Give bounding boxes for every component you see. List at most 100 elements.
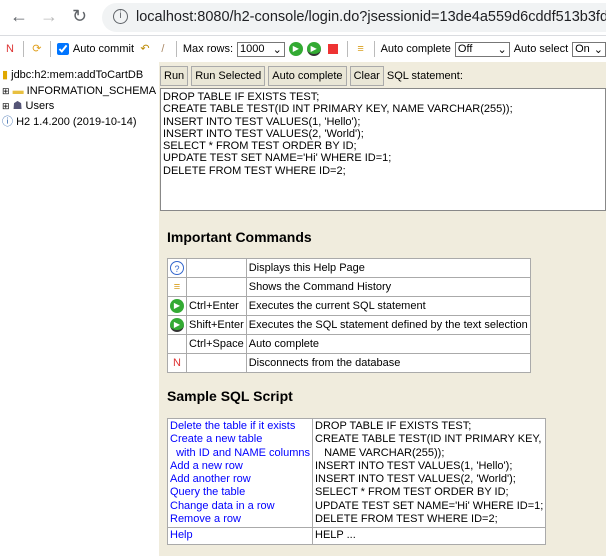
command-key — [186, 277, 247, 297]
divider — [49, 41, 51, 57]
max-rows-label: Max rows: — [182, 43, 234, 55]
stop-icon[interactable] — [327, 44, 338, 54]
forward-button[interactable]: → — [40, 6, 58, 27]
reload-button[interactable]: ↻ — [72, 6, 87, 27]
sample-sql-line: INSERT INTO TEST VALUES(1, 'Hello'); — [315, 459, 513, 472]
command-description: Disconnects from the database — [245, 353, 531, 373]
sample-link[interactable]: Remove a row — [170, 513, 310, 526]
sample-link[interactable]: Create a new table — [170, 433, 310, 446]
sample-link[interactable]: with ID and NAME columns — [170, 447, 310, 460]
tree-users[interactable]: ⊞ ☗ Users — [2, 99, 156, 115]
command-description: Shows the Command History — [245, 277, 531, 297]
command-description: Auto complete — [245, 334, 531, 354]
auto-complete-select[interactable]: Off ⌄ — [454, 41, 510, 57]
tree-db[interactable]: ▮ jdbc:h2:mem:addToCartDB — [2, 68, 156, 84]
command-icon-cell: ▶ — [167, 296, 187, 316]
sql-statement-label: SQL statement: — [386, 70, 463, 82]
command-key: Shift+Enter — [186, 315, 247, 335]
users-icon: ☗ — [12, 100, 23, 112]
sample-sql-line: DROP TABLE IF EXISTS TEST; — [315, 420, 472, 432]
schema-label: INFORMATION_SCHEMA — [26, 84, 157, 97]
sample-sql-line: CREATE TABLE TEST(ID INT PRIMARY KEY, — [315, 433, 542, 446]
sample-sql-line: INSERT INTO TEST VALUES(2, 'World'); — [315, 473, 516, 486]
history-icon[interactable]: ≡ — [354, 42, 368, 56]
divider — [346, 41, 348, 57]
command-key — [186, 353, 247, 373]
clear-button[interactable]: Clear — [349, 66, 384, 86]
command-key: Ctrl+Space — [186, 334, 247, 354]
auto-complete-button[interactable]: Auto complete — [268, 66, 347, 86]
back-button[interactable]: ← — [10, 6, 28, 27]
command-key: Ctrl+Enter — [186, 296, 247, 316]
command-row: ▶ Shift+Enter Executes the SQL statement d… — [167, 315, 531, 335]
command-description: Executes the SQL statement defined by th… — [245, 315, 531, 335]
help-link[interactable]: Help — [167, 527, 313, 545]
address-bar[interactable]: i localhost:8080/h2-console/login.do?jses… — [102, 3, 606, 32]
query-panel: Run Run Selected Auto complete Clear SQL… — [159, 62, 606, 556]
version-label: H2 1.4.200 (2019-10-14) — [16, 115, 137, 128]
refresh-icon[interactable]: ⟳ — [30, 42, 44, 56]
run-icon[interactable]: ▶ — [288, 42, 303, 56]
command-icon-cell: ≡ — [167, 277, 187, 297]
run-selected-icon: ▶ — [170, 318, 184, 332]
sample-sql-line: UPDATE TEST SET NAME='Hi' WHERE ID=1; — [315, 499, 544, 512]
disconnect-icon[interactable]: N — [3, 42, 17, 56]
run-button[interactable]: Run — [160, 66, 189, 86]
expand-icon[interactable]: ⊞ — [2, 101, 10, 111]
db-label: jdbc:h2:mem:addToCartDB — [11, 69, 144, 81]
sample-link[interactable]: Add a new row — [170, 460, 310, 473]
auto-commit-checkbox[interactable] — [56, 43, 69, 55]
important-commands-heading: Important Commands — [167, 229, 312, 245]
command-row: ? Displays this Help Page — [167, 258, 531, 278]
tree-schema[interactable]: ⊞ ▬ INFORMATION_SCHEMA — [2, 84, 156, 100]
sample-link[interactable]: Query the table — [170, 486, 310, 499]
sql-editor[interactable]: DROP TABLE IF EXISTS TEST; CREATE TABLE … — [160, 88, 606, 211]
sample-sql-heading: Sample SQL Script — [167, 388, 293, 404]
help-sql: HELP ... — [311, 527, 547, 545]
url-text: localhost:8080/h2-console/login.do?jsess… — [136, 9, 606, 25]
auto-select-value: On — [575, 43, 590, 55]
auto-complete-value: Off — [457, 43, 473, 55]
sample-sql-line: SELECT * FROM TEST ORDER BY ID; — [315, 486, 509, 499]
run-icon: ▶ — [170, 299, 184, 313]
sample-link[interactable]: Add another row — [170, 473, 310, 486]
toolbar: N ⟳ Auto commit ↶ / Max rows: 1000 ⌄ ▶ ▶ … — [0, 37, 606, 61]
auto-complete-label: Auto complete — [380, 43, 451, 55]
divider — [175, 41, 177, 57]
rollback-icon[interactable]: / — [156, 42, 170, 56]
help-icon: ? — [170, 261, 184, 275]
command-icon-cell: ▶ — [167, 315, 187, 335]
disconnect-icon: N — [173, 357, 181, 369]
tree-version: ⓘ H2 1.4.200 (2019-10-14) — [2, 115, 156, 131]
expand-icon[interactable]: ⊞ — [2, 86, 10, 96]
history-icon: ≡ — [173, 281, 181, 293]
command-description: Executes the current SQL statement — [245, 296, 531, 316]
max-rows-select[interactable]: 1000 ⌄ — [237, 41, 285, 57]
command-icon-cell: ? — [167, 258, 187, 278]
sample-table: Delete the table if it exists Create a ne… — [167, 417, 547, 545]
commands-table: ? Displays this Help Page ≡ Shows the Comma… — [167, 258, 531, 373]
divider — [373, 41, 375, 57]
command-row: N Disconnects from the database — [167, 353, 531, 373]
auto-select-label: Auto select — [513, 43, 569, 55]
browser-bar: ← → ↻ i localhost:8080/h2-console/login.d… — [0, 0, 606, 36]
database-icon: ▮ — [2, 69, 9, 81]
info-icon[interactable]: i — [113, 9, 128, 24]
sample-sql-line: NAME VARCHAR(255)); — [315, 446, 445, 459]
divider — [22, 41, 24, 57]
folder-icon: ▬ — [12, 84, 24, 97]
max-rows-value: 1000 — [240, 43, 265, 55]
users-label: Users — [25, 100, 55, 112]
sample-link[interactable]: Delete the table if it exists — [170, 420, 310, 433]
run-selected-button[interactable]: Run Selected — [191, 66, 266, 86]
auto-select-select[interactable]: On ⌄ — [572, 41, 606, 57]
schema-tree: ▮ jdbc:h2:mem:addToCartDB ⊞ ▬ INFORMATIO… — [2, 68, 156, 130]
command-key — [186, 258, 247, 278]
command-icon-cell — [167, 334, 187, 354]
command-row: Ctrl+Space Auto complete — [167, 334, 531, 354]
command-description: Displays this Help Page — [245, 258, 531, 278]
auto-commit-label: Auto commit — [72, 43, 135, 55]
sample-link[interactable]: Change data in a row — [170, 500, 310, 513]
run-selected-icon[interactable]: ▶ — [306, 42, 321, 56]
commit-icon[interactable]: ↶ — [138, 42, 152, 56]
